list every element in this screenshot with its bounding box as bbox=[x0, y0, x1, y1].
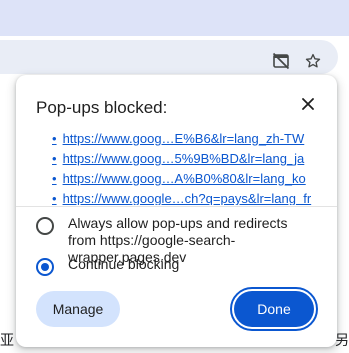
blocked-popup-link[interactable]: • https://www.goog…E%B6&lr=lang_zh-TW bbox=[52, 129, 322, 149]
link-text: https://www.google…ch?q=pays&lr=lang_fr bbox=[62, 191, 312, 205]
bullet-icon: • bbox=[52, 191, 57, 205]
option-label: Continue blocking bbox=[68, 256, 180, 272]
browser-tab-strip bbox=[0, 0, 349, 36]
address-bar[interactable] bbox=[0, 40, 338, 74]
radio-button[interactable] bbox=[36, 217, 54, 235]
close-button[interactable] bbox=[298, 96, 318, 116]
dialog-title: Pop-ups blocked: bbox=[36, 98, 168, 117]
radio-button-selected[interactable] bbox=[36, 258, 54, 276]
blocked-popup-list: • https://www.goog…E%B6&lr=lang_zh-TW • ht… bbox=[52, 129, 322, 205]
close-icon bbox=[302, 97, 314, 115]
popup-blocked-dialog: Pop-ups blocked: • https://www.goog…E%B6&… bbox=[16, 75, 337, 347]
popup-blocked-icon[interactable] bbox=[272, 52, 290, 70]
blocked-popup-link[interactable]: • https://www.goog…5%9B%BD&lr=lang_ja bbox=[52, 149, 322, 169]
toolbar bbox=[0, 36, 349, 78]
divider bbox=[16, 206, 337, 207]
bullet-icon: • bbox=[52, 131, 57, 146]
blocked-popup-link[interactable]: • https://www.google…ch?q=pays&lr=lang_fr bbox=[52, 189, 322, 205]
manage-button[interactable]: Manage bbox=[36, 291, 120, 327]
blocked-popup-link[interactable]: • https://www.goog…A%B0%80&lr=lang_ko bbox=[52, 169, 322, 189]
bullet-icon: • bbox=[52, 151, 57, 166]
link-text: https://www.goog…5%9B%BD&lr=lang_ja bbox=[62, 151, 305, 166]
bullet-icon: • bbox=[52, 171, 57, 186]
bookmark-star-icon[interactable] bbox=[304, 52, 322, 70]
page-text-left: 亚 bbox=[0, 332, 14, 348]
page-text-right: 另 bbox=[335, 332, 349, 348]
link-text: https://www.goog…E%B6&lr=lang_zh-TW bbox=[62, 131, 305, 146]
done-button[interactable]: Done bbox=[234, 291, 314, 327]
link-text: https://www.goog…A%B0%80&lr=lang_ko bbox=[62, 171, 306, 186]
